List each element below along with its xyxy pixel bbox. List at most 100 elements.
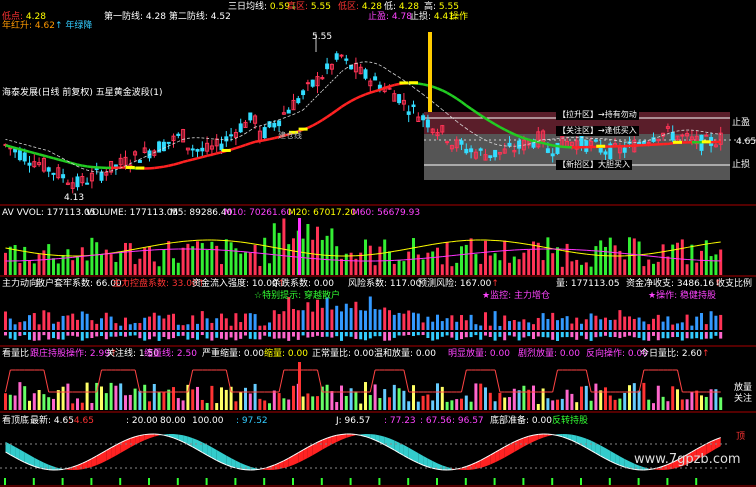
- kdj-tick: [263, 478, 266, 485]
- capital-bar: [282, 311, 286, 330]
- capital-bar-lower: [397, 332, 401, 336]
- volume-bar: [560, 266, 564, 275]
- capital-bar-lower: [594, 332, 598, 338]
- kdj-tick: [407, 478, 410, 485]
- capital-bar: [460, 315, 463, 330]
- volume-ma-line: [379, 252, 385, 254]
- capital-bar-lower: [484, 332, 487, 336]
- ma-line: [384, 85, 390, 90]
- ma-line: [418, 82, 424, 86]
- ratio-bar: [311, 396, 315, 410]
- kdj-band: [341, 434, 347, 440]
- volume-ma-line: [504, 240, 510, 243]
- kdj-tick: [464, 478, 467, 485]
- ma-dotted-line: [173, 141, 179, 145]
- ma-dotted-line: [341, 67, 347, 72]
- ratio-bar: [56, 390, 60, 410]
- ratio-bar: [392, 384, 396, 410]
- volume-bar: [152, 261, 156, 275]
- volume-bar: [508, 262, 511, 275]
- ratio-spike: [298, 362, 301, 410]
- kdj-tick: [234, 478, 237, 485]
- candle-body: [339, 54, 344, 57]
- capital-bar-lower: [392, 332, 396, 338]
- volume-bar: [700, 250, 703, 275]
- volume-bar: [287, 244, 291, 275]
- ratio-bar: [47, 397, 51, 410]
- stop-loss: 止损: 4.41: [410, 12, 454, 22]
- ratio-step-line: [5, 369, 11, 393]
- defense-lines: 第一防线: 4.28 第二防线: 4.52: [104, 12, 231, 22]
- capital-bar: [128, 324, 132, 330]
- capital-bar-lower: [642, 332, 646, 341]
- volume-bar: [474, 254, 478, 275]
- capital-bar: [618, 310, 622, 330]
- ratio-bar: [138, 390, 142, 410]
- ratio-bar: [690, 391, 694, 410]
- today-ratio: 今日量比: 2.60↑: [640, 349, 710, 359]
- candle-body: [17, 150, 22, 161]
- volume-bar: [656, 261, 660, 275]
- zone-lift-label: 【拉升区】→持有勿动: [556, 110, 639, 120]
- watch-right: 关注: [734, 394, 753, 404]
- take-profit: 止盈: 4.78: [368, 12, 412, 22]
- volume-bar: [416, 254, 420, 275]
- ratio-bar: [652, 403, 655, 410]
- capital-bar-lower: [104, 332, 108, 340]
- capital-bar-lower: [90, 332, 94, 339]
- capital-bar: [354, 301, 358, 330]
- capital-bar: [152, 312, 156, 330]
- candle-body: [517, 140, 522, 149]
- capital-bar: [522, 319, 526, 330]
- ratio-bar: [695, 390, 699, 410]
- capital-bar: [37, 324, 41, 330]
- volume-m20: M20: 67017.20: [288, 208, 357, 218]
- capital-bar-lower: [138, 332, 142, 339]
- capital-bar: [484, 312, 487, 330]
- ratio-bar: [71, 403, 75, 410]
- volume-bar: [124, 242, 127, 275]
- ma-line: [235, 145, 242, 150]
- volume-ma-line: [523, 243, 529, 245]
- volume-ma-line: [715, 241, 721, 244]
- ratio-bar: [700, 395, 703, 410]
- signal-marker: [673, 140, 682, 144]
- ratio-bar: [532, 385, 535, 410]
- candle-body: [13, 148, 18, 153]
- kdj-band: [149, 434, 155, 439]
- kdj-tick: [378, 478, 381, 485]
- ma-dotted-line: [48, 150, 54, 154]
- ratio-bar: [344, 395, 348, 410]
- ratio-bar: [205, 402, 209, 410]
- volume-bar: [268, 263, 271, 275]
- capital-bar-lower: [13, 332, 17, 340]
- capital-bar: [388, 310, 391, 330]
- ma-dotted-line: [437, 105, 443, 110]
- capital-bar: [104, 312, 108, 330]
- volume-ma-line: [39, 253, 44, 255]
- capital-bar-lower: [479, 332, 483, 340]
- ratio-bar: [248, 393, 252, 410]
- capital-bar: [80, 311, 84, 330]
- ma-dotted-line: [38, 147, 45, 151]
- candle-body: [224, 136, 229, 142]
- volume-ma-line: [250, 242, 256, 245]
- ratio-step-line: [317, 369, 323, 393]
- ma-line: [379, 86, 386, 92]
- capital-bar-lower: [719, 332, 723, 339]
- ratio-bar: [589, 400, 593, 410]
- candle-body: [248, 112, 253, 121]
- ratio-bar: [407, 401, 411, 410]
- high-zone: 高区: 5.55: [287, 2, 331, 12]
- ma-dotted-line: [432, 101, 438, 107]
- capital-bar: [325, 297, 329, 330]
- ma-line: [24, 149, 30, 153]
- ma-dotted-line: [178, 138, 184, 142]
- ma-dotted-line: [370, 61, 376, 64]
- ma-dotted-line: [245, 129, 251, 134]
- ratio-bar: [263, 400, 267, 410]
- ma-line: [369, 89, 376, 94]
- ratio-bar: [172, 387, 175, 410]
- kdj-tick: [90, 478, 93, 485]
- capital-bar-lower: [556, 332, 559, 341]
